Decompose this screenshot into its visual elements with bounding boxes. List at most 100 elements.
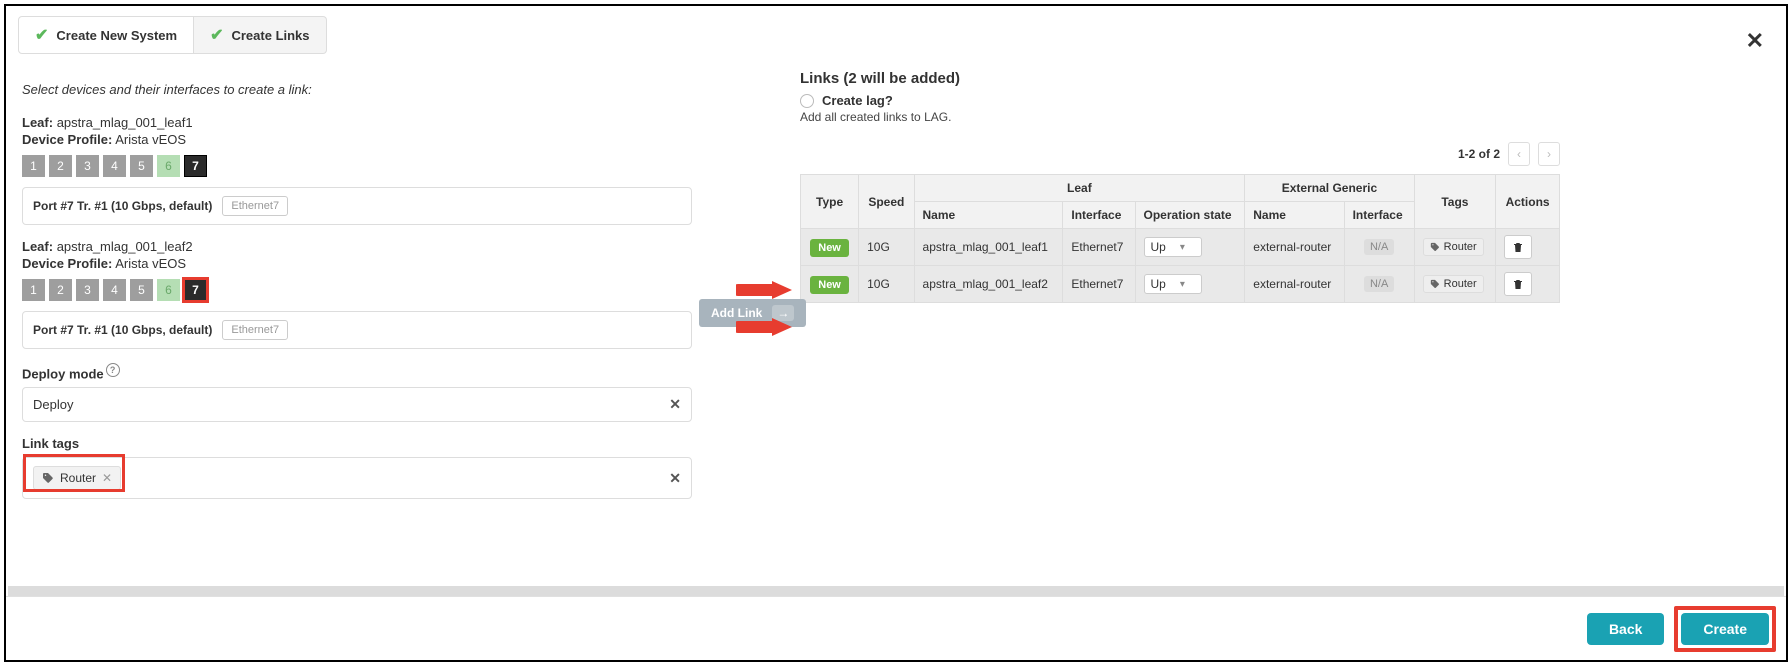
pager-prev[interactable]: ‹ xyxy=(1508,142,1530,166)
instruction-text: Select devices and their interfaces to c… xyxy=(22,82,786,97)
check-icon: ✔ xyxy=(210,25,223,45)
th-iface: Interface xyxy=(1344,202,1414,229)
tag-chip-router[interactable]: Router ✕ xyxy=(33,466,121,490)
link-tags-label: Link tags xyxy=(22,436,786,451)
port-3[interactable]: 3 xyxy=(76,155,99,177)
leaf2-name: Leaf: apstra_mlag_001_leaf2 xyxy=(22,239,786,254)
back-button[interactable]: Back xyxy=(1587,613,1664,645)
port-5[interactable]: 5 xyxy=(130,155,153,177)
cell-ext-name: external-router xyxy=(1245,266,1344,303)
check-icon: ✔ xyxy=(35,25,48,45)
port-1[interactable]: 1 xyxy=(22,279,45,301)
links-table: Type Speed Leaf External Generic Tags Ac… xyxy=(800,174,1560,303)
delete-row-button[interactable] xyxy=(1504,272,1532,296)
annotation-highlight: Create xyxy=(1674,606,1776,652)
links-heading: Links (2 will be added) xyxy=(800,70,1776,87)
port-6[interactable]: 6 xyxy=(157,155,180,177)
cell-leaf-iface: Ethernet7 xyxy=(1063,266,1135,303)
cell-ext-iface: N/A xyxy=(1364,239,1394,255)
trash-icon xyxy=(1512,241,1524,254)
create-lag-label: Create lag? xyxy=(822,93,893,108)
port-4[interactable]: 4 xyxy=(103,155,126,177)
annotation-arrow xyxy=(736,279,794,301)
create-lag-row: Create lag? xyxy=(800,93,1776,108)
port-7[interactable]: 7 xyxy=(184,155,207,177)
wizard-step-2-label: Create Links xyxy=(231,28,309,43)
cell-leaf-iface: Ethernet7 xyxy=(1063,229,1135,266)
th-iface: Interface xyxy=(1063,202,1135,229)
pager-next[interactable]: › xyxy=(1538,142,1560,166)
th-leaf-group: Leaf xyxy=(914,175,1245,202)
chevron-down-icon: ▾ xyxy=(1180,279,1185,290)
trash-icon xyxy=(1512,278,1524,291)
port-info-label: Port #7 Tr. #1 (10 Gbps, default) xyxy=(33,323,212,337)
port-info-label: Port #7 Tr. #1 (10 Gbps, default) xyxy=(33,199,212,213)
th-name: Name xyxy=(1245,202,1344,229)
leaf1-name: Leaf: apstra_mlag_001_leaf1 xyxy=(22,115,786,130)
leaf1-iface-chip[interactable]: Ethernet7 xyxy=(222,196,288,216)
port-1[interactable]: 1 xyxy=(22,155,45,177)
tag-chip: Router xyxy=(1423,275,1484,293)
tag-chip: Router xyxy=(1423,238,1484,256)
deploy-mode-label: Deploy mode? xyxy=(22,363,786,381)
create-lag-radio[interactable] xyxy=(800,94,814,108)
th-type: Type xyxy=(801,175,859,229)
cell-leaf-name: apstra_mlag_001_leaf1 xyxy=(914,229,1063,266)
tag-icon xyxy=(1430,242,1440,252)
deploy-mode-value: Deploy xyxy=(33,397,73,412)
op-state-select[interactable]: Up▾ xyxy=(1144,274,1202,294)
remove-tag-icon[interactable]: ✕ xyxy=(102,471,112,485)
leaf2-ports: 1 2 3 4 5 6 7 xyxy=(22,279,786,301)
create-button[interactable]: Create xyxy=(1681,613,1769,645)
leaf1-profile: Device Profile: Arista vEOS xyxy=(22,132,786,147)
wizard-step-1[interactable]: ✔ Create New System xyxy=(18,16,194,54)
cell-leaf-name: apstra_mlag_001_leaf2 xyxy=(914,266,1063,303)
tag-icon xyxy=(1430,279,1440,289)
op-state-select[interactable]: Up▾ xyxy=(1144,237,1202,257)
type-badge: New xyxy=(810,239,849,257)
leaf2-port-info: Port #7 Tr. #1 (10 Gbps, default) Ethern… xyxy=(22,311,692,349)
th-ext-group: External Generic xyxy=(1245,175,1414,202)
leaf2-iface-chip[interactable]: Ethernet7 xyxy=(222,320,288,340)
pager-text: 1-2 of 2 xyxy=(1458,147,1500,161)
th-op: Operation state xyxy=(1135,202,1245,229)
footer: Back Create xyxy=(6,596,1786,660)
wizard-steps: ✔ Create New System ✔ Create Links xyxy=(6,6,1786,64)
leaf1-ports: 1 2 3 4 5 6 7 xyxy=(22,155,786,177)
port-6[interactable]: 6 xyxy=(157,279,180,301)
port-7[interactable]: 7 xyxy=(184,279,207,301)
type-badge: New xyxy=(810,276,849,294)
annotation-arrow xyxy=(736,316,794,338)
table-row: New 10G apstra_mlag_001_leaf2 Ethernet7 … xyxy=(801,266,1560,303)
pager: 1-2 of 2 ‹ › xyxy=(800,142,1560,166)
link-tags-input[interactable]: Router ✕ ✕ xyxy=(22,457,692,499)
th-name: Name xyxy=(914,202,1063,229)
table-row: New 10G apstra_mlag_001_leaf1 Ethernet7 … xyxy=(801,229,1560,266)
cell-ext-name: external-router xyxy=(1245,229,1344,266)
port-3[interactable]: 3 xyxy=(76,279,99,301)
chevron-down-icon: ▾ xyxy=(1180,242,1185,253)
delete-row-button[interactable] xyxy=(1504,235,1532,259)
cell-speed: 10G xyxy=(859,266,914,303)
tag-chip-label: Router xyxy=(60,471,96,485)
deploy-mode-select[interactable]: Deploy ✕ xyxy=(22,387,692,422)
wizard-step-2[interactable]: ✔ Create Links xyxy=(194,16,326,54)
leaf2-profile: Device Profile: Arista vEOS xyxy=(22,256,786,271)
help-icon[interactable]: ? xyxy=(106,363,120,377)
port-4[interactable]: 4 xyxy=(103,279,126,301)
clear-icon[interactable]: ✕ xyxy=(669,396,681,413)
cell-ext-iface: N/A xyxy=(1364,276,1394,292)
wizard-step-1-label: Create New System xyxy=(56,28,177,43)
create-lag-help: Add all created links to LAG. xyxy=(800,110,1776,124)
port-5[interactable]: 5 xyxy=(130,279,153,301)
port-2[interactable]: 2 xyxy=(49,155,72,177)
clear-icon[interactable]: ✕ xyxy=(669,470,681,487)
close-icon[interactable]: ✕ xyxy=(1746,28,1764,54)
leaf1-port-info: Port #7 Tr. #1 (10 Gbps, default) Ethern… xyxy=(22,187,692,225)
th-actions: Actions xyxy=(1496,175,1560,229)
tag-icon xyxy=(42,472,54,484)
th-tags: Tags xyxy=(1414,175,1496,229)
cell-speed: 10G xyxy=(859,229,914,266)
port-2[interactable]: 2 xyxy=(49,279,72,301)
th-speed: Speed xyxy=(859,175,914,229)
